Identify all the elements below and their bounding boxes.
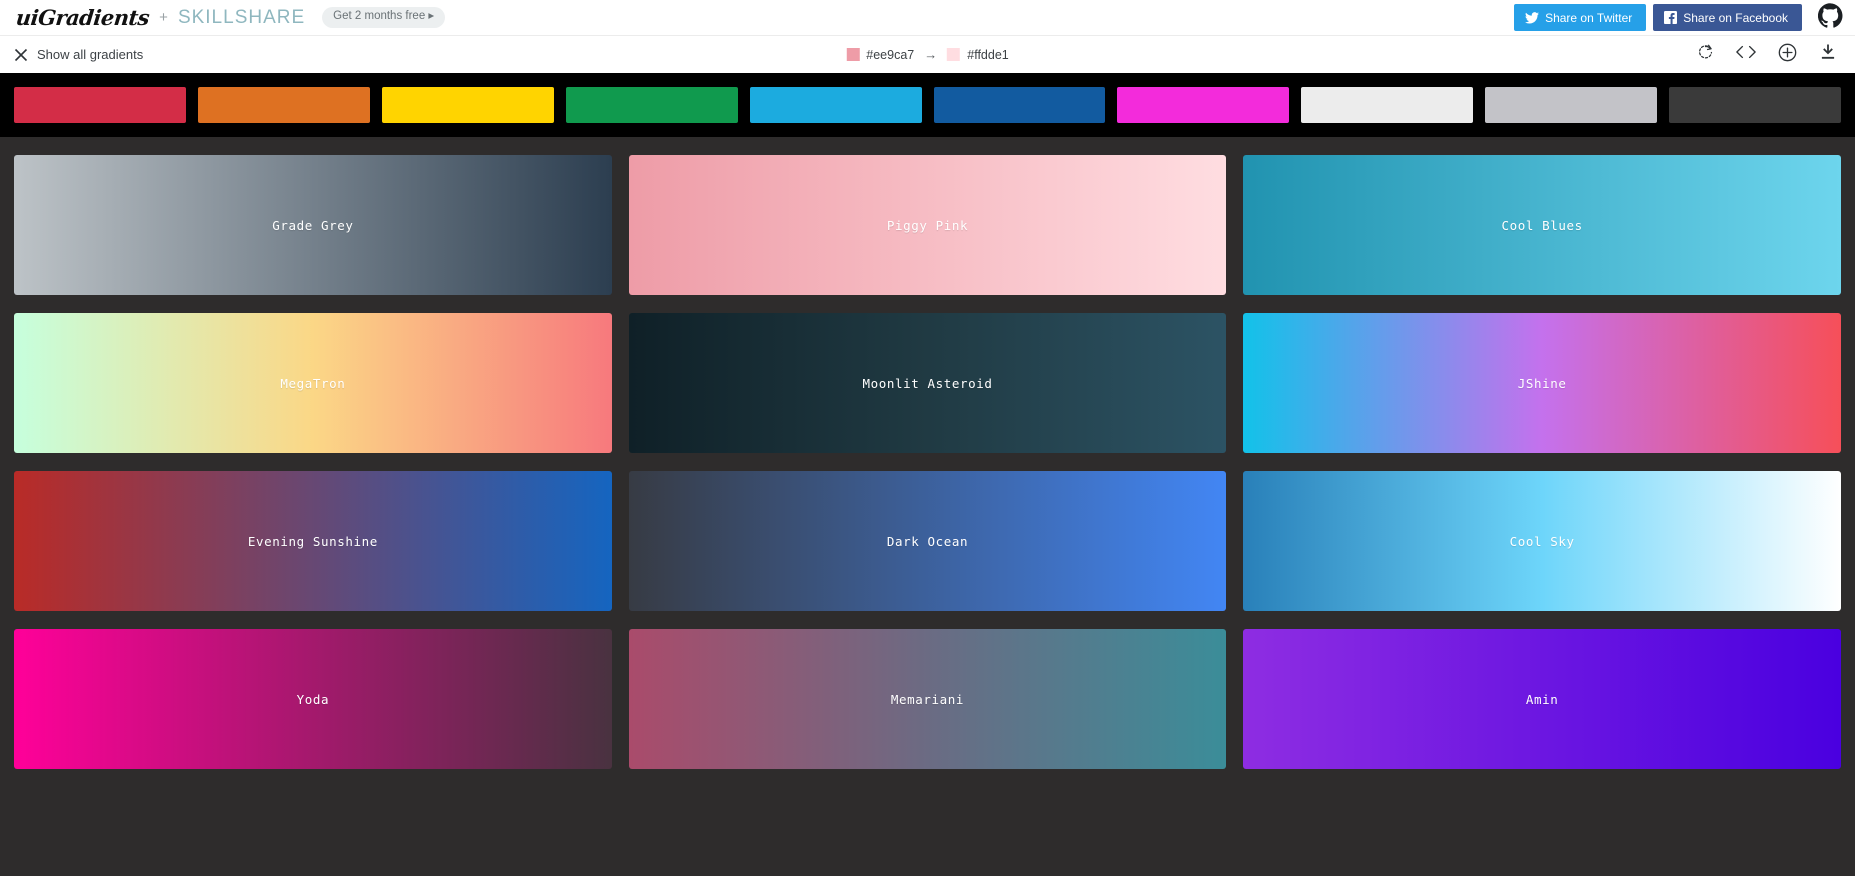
gradient-card[interactable]: Cool Blues (1243, 155, 1841, 295)
hex-label-end: #ffdde1 (967, 48, 1008, 62)
gradient-card[interactable]: JShine (1243, 313, 1841, 453)
share-facebook-label: Share on Facebook (1683, 11, 1788, 25)
filter-orange[interactable] (198, 87, 370, 123)
github-icon[interactable] (1818, 3, 1843, 33)
gradient-card[interactable]: Cool Sky (1243, 471, 1841, 611)
gradient-card[interactable]: Moonlit Asteroid (629, 313, 1227, 453)
partner-name[interactable]: SKILLSHARE (178, 7, 305, 29)
brand-group: uiGradients + SKILLSHARE Get 2 months fr… (16, 7, 445, 29)
filter-white[interactable] (1301, 87, 1473, 123)
toolbar-actions (1697, 43, 1841, 67)
share-facebook-button[interactable]: Share on Facebook (1653, 4, 1802, 31)
show-all-gradients-button[interactable]: Show all gradients (14, 47, 143, 62)
hex-swatch-start (846, 48, 859, 61)
topbar-actions: Share on Twitter Share on Facebook (1514, 3, 1845, 33)
twitter-icon (1525, 12, 1539, 24)
filter-light-grey[interactable] (1485, 87, 1657, 123)
share-twitter-label: Share on Twitter (1545, 11, 1632, 25)
gradient-card-label: Amin (1526, 692, 1559, 707)
filter-green[interactable] (566, 87, 738, 123)
share-twitter-button[interactable]: Share on Twitter (1514, 4, 1646, 31)
gradient-card-label: Dark Ocean (887, 534, 968, 549)
filter-yellow[interactable] (382, 87, 554, 123)
gradient-card[interactable]: Grade Grey (14, 155, 612, 295)
gradient-card-label: Memariani (891, 692, 964, 707)
gradient-card[interactable]: Evening Sunshine (14, 471, 612, 611)
close-icon (14, 48, 28, 62)
filter-blue[interactable] (934, 87, 1106, 123)
gradient-card-label: Yoda (297, 692, 330, 707)
gradient-direction-arrow: → (923, 47, 938, 62)
top-navigation-bar: uiGradients + SKILLSHARE Get 2 months fr… (0, 0, 1855, 35)
plus-circle-icon[interactable] (1778, 43, 1797, 67)
gradient-card-label: Cool Blues (1502, 218, 1583, 233)
gradient-card-label: Grade Grey (272, 218, 353, 233)
gradient-card[interactable]: Amin (1243, 629, 1841, 769)
filter-dark-grey[interactable] (1669, 87, 1841, 123)
gradient-card[interactable]: Memariani (629, 629, 1227, 769)
plus-separator: + (158, 9, 169, 26)
hex-color-end[interactable]: #ffdde1 (947, 48, 1008, 62)
gradient-card-label: Piggy Pink (887, 218, 968, 233)
filter-cyan[interactable] (750, 87, 922, 123)
gradient-hex-codes: #ee9ca7 → #ffdde1 (846, 47, 1008, 62)
gradient-card[interactable]: Yoda (14, 629, 612, 769)
show-all-gradients-label: Show all gradients (37, 47, 143, 62)
filter-magenta[interactable] (1117, 87, 1289, 123)
gradient-card-label: Cool Sky (1510, 534, 1575, 549)
site-logo[interactable]: uiGradients (15, 7, 150, 28)
download-icon[interactable] (1819, 43, 1837, 66)
hex-color-start[interactable]: #ee9ca7 (846, 48, 914, 62)
gradient-card-label: Evening Sunshine (248, 534, 378, 549)
gradient-card[interactable]: MegaTron (14, 313, 612, 453)
facebook-icon (1664, 11, 1677, 24)
hex-label-start: #ee9ca7 (866, 48, 914, 62)
code-icon[interactable] (1736, 44, 1756, 65)
gradient-card[interactable]: Dark Ocean (629, 471, 1227, 611)
gradient-card[interactable]: Piggy Pink (629, 155, 1227, 295)
gradient-card-label: JShine (1518, 376, 1567, 391)
hex-swatch-end (947, 48, 960, 61)
rotate-icon[interactable] (1697, 44, 1714, 66)
gradient-card-label: Moonlit Asteroid (862, 376, 992, 391)
promo-button[interactable]: Get 2 months free ▸ (322, 7, 445, 28)
gradient-card-label: MegaTron (280, 376, 345, 391)
gradient-grid-container: Grade Grey Piggy Pink Cool Blues MegaTron Mo… (0, 137, 1855, 876)
gradient-detail-toolbar: Show all gradients #ee9ca7 → #ffdde1 (0, 35, 1855, 73)
filter-red[interactable] (14, 87, 186, 123)
color-filter-strip (0, 73, 1855, 137)
gradient-grid: Grade Grey Piggy Pink Cool Blues MegaTron Mo… (14, 137, 1841, 769)
